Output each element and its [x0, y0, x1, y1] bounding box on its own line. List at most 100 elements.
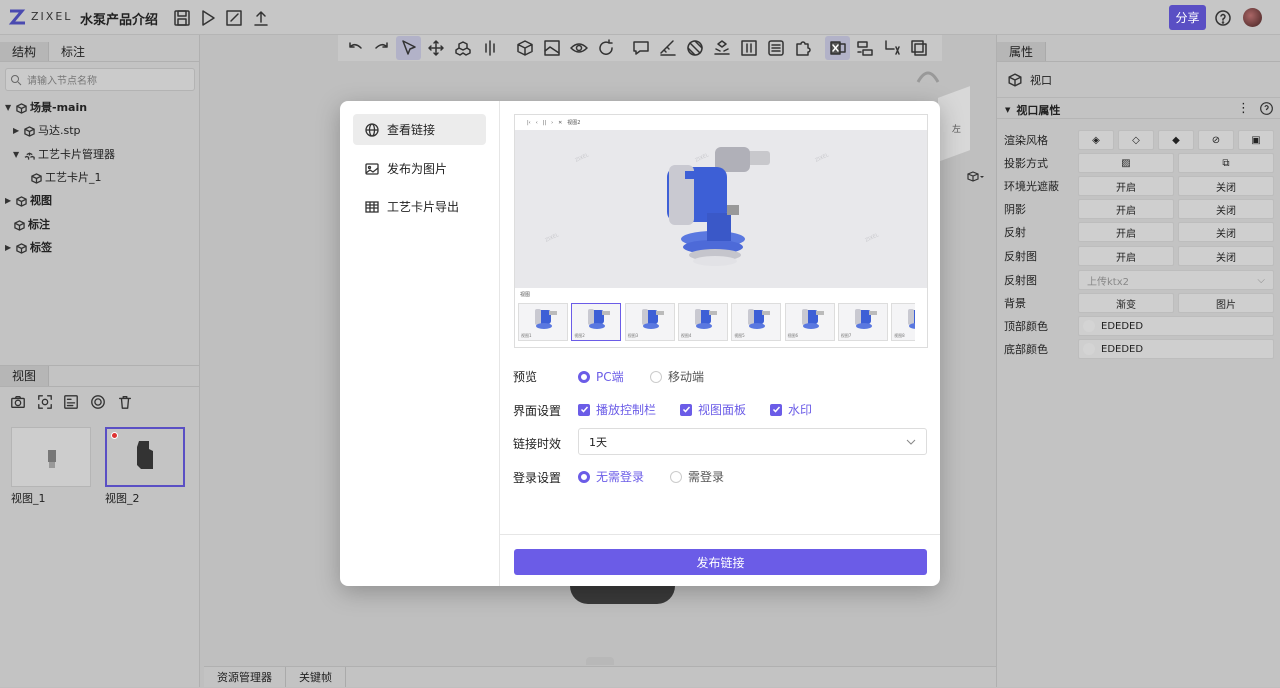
edit-icon[interactable]: [225, 9, 243, 27]
view-cube-menu-icon[interactable]: [967, 170, 985, 184]
perspective-icon[interactable]: ▨: [1078, 153, 1174, 173]
shadow-off-button[interactable]: 关闭: [1178, 199, 1274, 219]
undo-icon[interactable]: [342, 36, 367, 60]
focus-icon[interactable]: [37, 394, 53, 410]
checkbox-watermark[interactable]: 水印: [770, 401, 812, 418]
axis-icon[interactable]: [879, 36, 904, 60]
tab-views[interactable]: 视图: [0, 366, 50, 386]
preview-label: 预览: [513, 370, 538, 384]
measure-icon[interactable]: [655, 36, 680, 60]
ktx2-upload-select[interactable]: 上传ktx2 ⌵: [1078, 270, 1274, 290]
reflection-map-on-button[interactable]: 开启: [1078, 246, 1174, 266]
rotate-icon[interactable]: [593, 36, 618, 60]
checkbox-view-panel[interactable]: 视图面板: [680, 401, 746, 418]
node-search-input[interactable]: 请输入节点名称: [5, 68, 195, 91]
tree-item-views[interactable]: ▶ 视图: [5, 191, 52, 211]
bottom-color-input[interactable]: EDEDED: [1078, 339, 1274, 359]
section-icon[interactable]: [477, 36, 502, 60]
tab-keyframes[interactable]: 关键帧: [286, 667, 346, 687]
eye-icon[interactable]: [566, 36, 591, 60]
render-hidden-icon[interactable]: ⊘: [1198, 130, 1234, 150]
tab-annotation[interactable]: 标注: [49, 42, 97, 61]
tree-item-process-manager[interactable]: ▼ 工艺卡片管理器: [13, 145, 115, 165]
radio-no-login[interactable]: 无需登录: [578, 468, 644, 485]
assembly-icon[interactable]: [450, 36, 475, 60]
redo-icon[interactable]: [369, 36, 394, 60]
orthographic-icon[interactable]: ⧉: [1178, 153, 1274, 173]
radio-pc[interactable]: PC端: [578, 368, 624, 385]
prop-top-color: 顶部颜色 EDEDED: [1004, 316, 1274, 336]
view-label-2: 视图_2: [105, 492, 140, 505]
model-base-shape: [570, 586, 675, 604]
texture-icon[interactable]: [682, 36, 707, 60]
column-icon[interactable]: [736, 36, 761, 60]
explode-icon[interactable]: [709, 36, 734, 60]
zixel-logo: [8, 8, 28, 26]
tree-item-tags[interactable]: ▶ 标签: [5, 238, 52, 258]
puzzle-icon[interactable]: [790, 36, 815, 60]
trash-icon[interactable]: [117, 394, 133, 410]
bg-image-button[interactable]: 图片: [1178, 293, 1274, 313]
help-icon[interactable]: [1214, 9, 1232, 27]
reflection-on-button[interactable]: 开启: [1078, 222, 1174, 242]
tab-structure[interactable]: 结构: [0, 42, 50, 61]
more-icon[interactable]: ⋮: [1237, 101, 1250, 116]
user-avatar[interactable]: [1243, 8, 1262, 27]
shadow-on-button[interactable]: 开启: [1078, 199, 1174, 219]
list-icon[interactable]: [763, 36, 788, 60]
preview-view-label: 视图8: [894, 333, 905, 338]
help-circle-icon[interactable]: [1259, 101, 1274, 116]
render-shaded-icon[interactable]: ◈: [1078, 130, 1114, 150]
view-thumbnail-2[interactable]: [105, 427, 185, 487]
layout-icon[interactable]: [852, 36, 877, 60]
excel-icon[interactable]: [825, 36, 850, 60]
render-wire-icon[interactable]: ▣: [1238, 130, 1274, 150]
reflection-map-off-button[interactable]: 关闭: [1178, 246, 1274, 266]
camera-icon[interactable]: [10, 394, 26, 410]
render-box-icon[interactable]: ◇: [1118, 130, 1154, 150]
tree-item-process-card[interactable]: 工艺卡片_1: [31, 168, 102, 188]
record-icon[interactable]: [90, 394, 106, 410]
gallery-icon[interactable]: [63, 394, 79, 410]
checkbox-player-bar[interactable]: 播放控制栏: [578, 401, 656, 418]
select-icon[interactable]: [396, 36, 421, 60]
tree-item-scene[interactable]: ▼ 场景-main: [5, 98, 87, 118]
top-color-input[interactable]: EDEDED: [1078, 316, 1274, 336]
viewport-label: 视口: [1030, 74, 1052, 87]
viewport-props-header[interactable]: ▼ 视口属性: [1005, 102, 1060, 118]
tab-resource-manager[interactable]: 资源管理器: [204, 667, 286, 687]
bg-gradient-button[interactable]: 渐变: [1078, 293, 1174, 313]
publish-link-button[interactable]: 发布链接: [514, 549, 927, 575]
chevron-down-icon: ⌵: [1257, 274, 1265, 286]
prop-reflection-map: 反射图 开启 关闭: [1004, 246, 1274, 266]
layers-icon[interactable]: [906, 36, 931, 60]
upload-icon[interactable]: [252, 9, 270, 27]
radio-dot-icon: [670, 470, 682, 483]
tab-properties[interactable]: 属性: [997, 42, 1047, 61]
comment-icon[interactable]: [628, 36, 653, 60]
ao-off-button[interactable]: 关闭: [1178, 176, 1274, 196]
preview-view-label: 视图2: [574, 333, 585, 338]
play-icon[interactable]: [199, 9, 217, 27]
tree-item-motor[interactable]: ▶ 马达.stp: [13, 121, 81, 141]
ao-on-button[interactable]: 开启: [1078, 176, 1174, 196]
reflection-off-button[interactable]: 关闭: [1178, 222, 1274, 242]
ui-settings-label: 界面设置: [513, 404, 562, 418]
view-thumbnail-1[interactable]: [11, 427, 91, 487]
bottom-panel-handle[interactable]: [586, 657, 614, 665]
brand-name: ZIXEL: [31, 10, 73, 23]
share-button[interactable]: 分享: [1169, 5, 1206, 30]
material-icon[interactable]: [539, 36, 564, 60]
save-icon[interactable]: [173, 9, 191, 27]
nav-ring-icon[interactable]: [916, 66, 940, 84]
expiry-select[interactable]: 1天: [578, 428, 927, 455]
box-icon[interactable]: [512, 36, 537, 60]
move-icon[interactable]: [423, 36, 448, 60]
radio-mobile[interactable]: 移动端: [650, 368, 704, 385]
tree-item-annotations[interactable]: 标注: [14, 215, 50, 235]
prop-background: 背景 渐变 图片: [1004, 293, 1274, 313]
radio-login-required[interactable]: 需登录: [670, 468, 724, 485]
render-solid-icon[interactable]: ◆: [1158, 130, 1194, 150]
publish-dialog: 查看链接 发布为图片 工艺卡片导出 |‹ ‹ || › ✕ 视图2 ZIXEL ZIXEL…: [340, 101, 940, 586]
chevron-down-icon: [906, 439, 916, 445]
